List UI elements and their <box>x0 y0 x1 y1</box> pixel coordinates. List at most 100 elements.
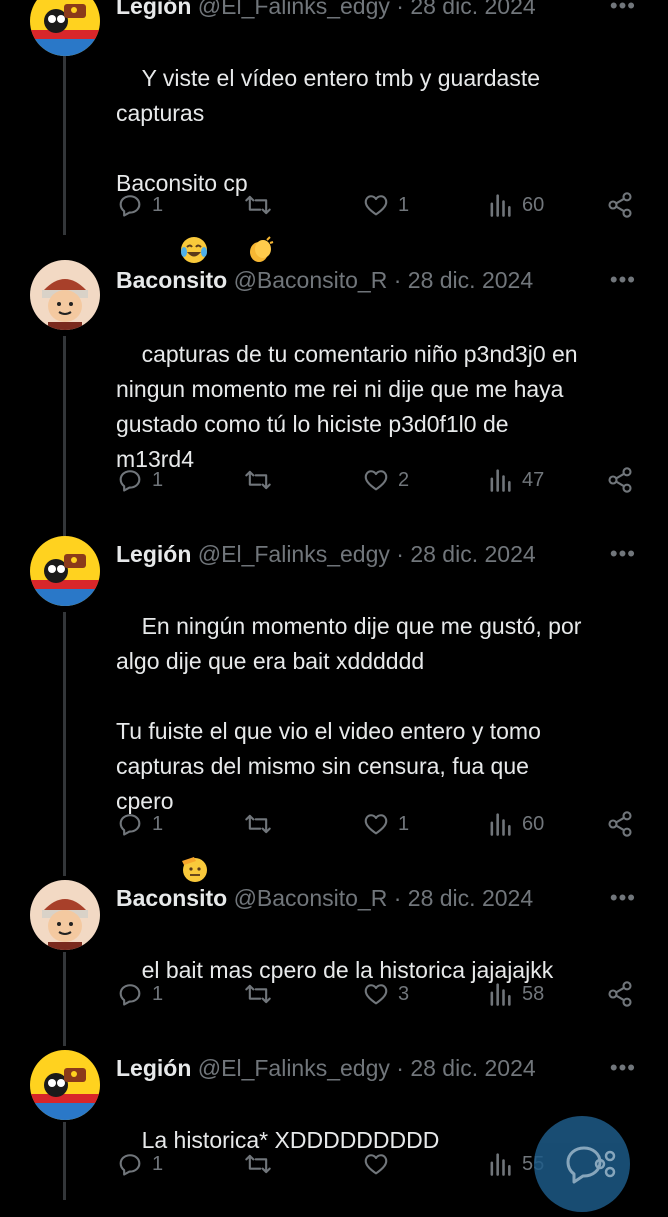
more-options-icon[interactable]: ••• <box>610 536 636 572</box>
like-count: 1 <box>398 193 410 216</box>
reply-button[interactable]: 1 <box>116 460 163 500</box>
views-icon <box>490 1153 511 1176</box>
repost-icon <box>245 195 271 215</box>
compose-reply-fab[interactable] <box>534 1116 630 1212</box>
author-name[interactable]: Baconsito <box>116 267 227 293</box>
tweet-header: Baconsito @Baconsito_R · 28 dic. 2024 ••… <box>116 262 648 298</box>
views-count: 60 <box>522 812 545 835</box>
tweet-text: capturas de tu comentario niño p3nd3j0 e… <box>116 341 578 472</box>
tweet-date[interactable]: · 28 dic. 2024 <box>394 885 533 911</box>
repost-icon <box>245 984 271 1004</box>
repost-icon <box>245 814 271 834</box>
author-handle[interactable]: @Baconsito_R <box>234 885 388 911</box>
like-count: 3 <box>398 982 410 1005</box>
avatar-image <box>30 260 100 330</box>
reply-button[interactable]: 1 <box>116 185 163 225</box>
thread-line <box>63 952 66 1046</box>
tweet-header: Legión @El_Falinks_edgy · 28 dic. 2024 •… <box>116 1050 648 1086</box>
views-icon <box>490 194 511 217</box>
tweet-header: Legión @El_Falinks_edgy · 28 dic. 2024 •… <box>116 536 648 572</box>
avatar-image <box>30 1050 100 1120</box>
like-button[interactable]: 2 <box>362 460 409 500</box>
more-options-icon[interactable]: ••• <box>610 0 636 24</box>
avatar-legion[interactable] <box>30 1050 100 1120</box>
avatar-baconsito[interactable] <box>30 260 100 330</box>
views-button[interactable]: 60 <box>486 185 544 225</box>
reply-count: 1 <box>152 812 164 835</box>
author-name[interactable]: Baconsito <box>116 885 227 911</box>
reply-icon <box>119 814 141 836</box>
avatar-legion[interactable] <box>30 536 100 606</box>
author-handle[interactable]: @El_Falinks_edgy <box>198 0 390 19</box>
thread-line <box>63 1122 66 1200</box>
compose-reply-icon <box>566 1146 616 1184</box>
more-options-icon[interactable]: ••• <box>610 1050 636 1086</box>
avatar-image <box>30 0 100 56</box>
avatar-legion[interactable] <box>30 0 100 56</box>
reply-icon <box>119 470 141 492</box>
like-button[interactable]: 1 <box>362 185 409 225</box>
tweet-date[interactable]: · 28 dic. 2024 <box>396 541 535 567</box>
reply-button[interactable]: 1 <box>116 974 163 1014</box>
repost-button[interactable] <box>244 1144 280 1184</box>
repost-button[interactable] <box>244 185 280 225</box>
reply-count: 1 <box>152 193 164 216</box>
reply-icon <box>119 195 141 217</box>
tweet-actions: 1 1 60 <box>116 804 668 844</box>
reply-icon <box>119 984 141 1006</box>
tweet-actions: 1 3 58 <box>116 974 668 1014</box>
tweet-actions: 1 1 60 <box>116 185 668 225</box>
views-count: 60 <box>522 193 545 216</box>
author-name[interactable]: Legión <box>116 0 191 19</box>
tweet-date[interactable]: · 28 dic. 2024 <box>396 1055 535 1081</box>
share-button[interactable] <box>606 974 642 1014</box>
tweet-text: Y viste el vídeo entero tmb y guardaste … <box>116 65 541 196</box>
views-count: 47 <box>522 468 545 491</box>
reply-count: 1 <box>152 1152 164 1175</box>
views-button[interactable]: 47 <box>486 460 544 500</box>
like-count: 1 <box>398 812 410 835</box>
author-handle[interactable]: @El_Falinks_edgy <box>198 541 390 567</box>
views-icon <box>490 983 511 1006</box>
share-button[interactable] <box>606 185 642 225</box>
repost-icon <box>245 470 271 490</box>
reply-count: 1 <box>152 982 164 1005</box>
thread-line <box>63 612 66 876</box>
heart-icon <box>364 984 388 1005</box>
views-button[interactable]: 60 <box>486 804 544 844</box>
repost-button[interactable] <box>244 974 280 1014</box>
repost-button[interactable] <box>244 804 280 844</box>
heart-icon <box>364 195 388 216</box>
like-button[interactable]: 1 <box>362 804 409 844</box>
avatar-baconsito[interactable] <box>30 880 100 950</box>
heart-icon <box>364 1154 388 1175</box>
reply-button[interactable]: 1 <box>116 804 163 844</box>
heart-icon <box>364 470 388 491</box>
share-icon <box>608 981 632 1007</box>
views-count: 58 <box>522 982 545 1005</box>
like-button[interactable]: 3 <box>362 974 409 1014</box>
more-options-icon[interactable]: ••• <box>610 262 636 298</box>
share-icon <box>608 467 632 493</box>
author-handle[interactable]: @El_Falinks_edgy <box>198 1055 390 1081</box>
tweet-date[interactable]: · 28 dic. 2024 <box>394 267 533 293</box>
share-icon <box>608 192 632 218</box>
views-icon <box>490 813 511 836</box>
views-button[interactable]: 58 <box>486 974 544 1014</box>
reply-button[interactable]: 1 <box>116 1144 163 1184</box>
tweet-date[interactable]: · 28 dic. 2024 <box>396 0 535 19</box>
share-button[interactable] <box>606 804 642 844</box>
heart-icon <box>364 814 388 835</box>
thread-line <box>63 336 66 536</box>
like-count: 2 <box>398 468 410 491</box>
repost-button[interactable] <box>244 460 280 500</box>
tweet-actions: 1 2 47 <box>116 460 668 500</box>
author-name[interactable]: Legión <box>116 1055 191 1081</box>
author-name[interactable]: Legión <box>116 541 191 567</box>
share-button[interactable] <box>606 460 642 500</box>
like-button[interactable] <box>362 1144 398 1184</box>
more-options-icon[interactable]: ••• <box>610 880 636 916</box>
avatar-image <box>30 536 100 606</box>
tweet-header: Legión @El_Falinks_edgy · 28 dic. 2024 •… <box>116 0 648 24</box>
author-handle[interactable]: @Baconsito_R <box>234 267 388 293</box>
